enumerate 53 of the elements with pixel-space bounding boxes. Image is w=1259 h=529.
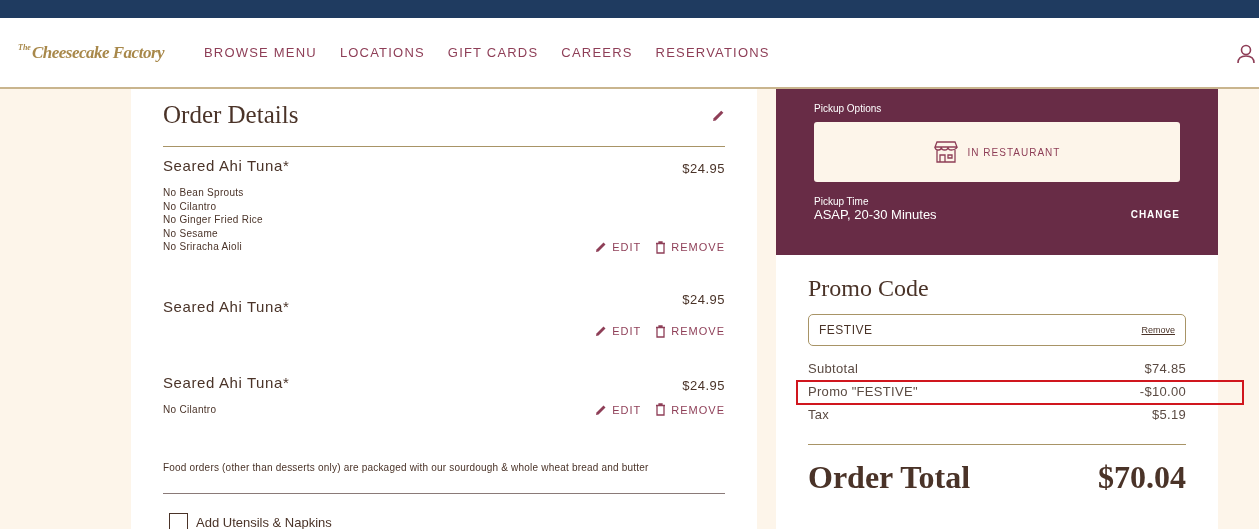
edit-button[interactable]: EDIT xyxy=(595,403,642,416)
item-modifier: No Cilantro xyxy=(163,199,218,213)
storefront-icon xyxy=(933,141,958,163)
pencil-icon xyxy=(595,403,608,416)
nav-link[interactable]: CAREERS xyxy=(561,45,633,60)
pencil-icon xyxy=(595,241,608,253)
packaging-note: Food orders (other than desserts only) are packaged with our sourdough & whole wheat bread and butter xyxy=(163,462,725,494)
item-price: $24.95 xyxy=(682,291,725,307)
pickup-option-button[interactable]: IN RESTAURANT xyxy=(814,122,1180,182)
trash-icon xyxy=(655,324,667,338)
total-label: Order Total xyxy=(808,459,971,496)
promo-title: Promo Code xyxy=(808,275,930,302)
summary-value: $74.85 xyxy=(1144,361,1186,376)
promo-field[interactable]: FESTIVE Remove xyxy=(808,314,1186,346)
trash-icon xyxy=(655,403,667,416)
remove-button[interactable]: REMOVE xyxy=(655,403,725,416)
nav-link[interactable]: LOCATIONS xyxy=(339,45,425,60)
item-modifier: No Bean Sprouts xyxy=(163,186,245,200)
remove-button[interactable]: REMOVE xyxy=(655,240,725,254)
item-name: Seared Ahi Tuna* xyxy=(163,297,290,315)
nav-link[interactable]: RESERVATIONS xyxy=(655,45,770,60)
nav-link[interactable]: GIFT CARDS xyxy=(447,45,539,60)
item-modifier: No Ginger Fried Rice xyxy=(163,213,264,227)
edit-button[interactable]: EDIT xyxy=(595,240,642,254)
user-icon[interactable] xyxy=(1237,44,1255,64)
promo-code: FESTIVE xyxy=(819,323,873,337)
pickup-time-label: Pickup Time xyxy=(814,196,870,207)
item-modifier: No Sriracha Aioli xyxy=(163,240,244,254)
item-price: $24.95 xyxy=(682,161,725,176)
pickup-time: ASAP, 20-30 Minutes xyxy=(814,207,937,222)
total-value: $70.04 xyxy=(1098,459,1186,496)
summary-label: Subtotal xyxy=(808,361,859,376)
remove-button[interactable]: REMOVE xyxy=(655,324,725,338)
item-modifier: No Sesame xyxy=(163,226,219,240)
item-name: Seared Ahi Tuna* xyxy=(163,373,290,391)
pickup-options-label: Pickup Options xyxy=(814,103,883,114)
pencil-icon xyxy=(595,325,608,337)
item-name: Seared Ahi Tuna* xyxy=(163,157,290,174)
remove-link[interactable]: Remove xyxy=(1141,325,1175,335)
item-modifier: No Cilantro xyxy=(163,402,218,416)
checkbox-label: Add Utensils & Napkins xyxy=(196,515,332,529)
pencil-icon xyxy=(712,108,725,122)
trash-icon xyxy=(655,240,667,254)
order-title: Order Details xyxy=(163,101,299,129)
edit-button[interactable]: EDIT xyxy=(595,324,642,338)
item-price: $24.95 xyxy=(682,377,725,393)
change-button[interactable]: CHANGE xyxy=(1130,209,1180,220)
summary-label: Promo "FESTIVE" xyxy=(808,384,918,399)
summary-value: $5.19 xyxy=(1151,407,1186,422)
summary-label: Tax xyxy=(808,407,830,422)
nav-link[interactable]: BROWSE MENU xyxy=(204,45,317,60)
summary-value: -$10.00 xyxy=(1139,384,1186,399)
checkbox[interactable] xyxy=(169,513,188,529)
